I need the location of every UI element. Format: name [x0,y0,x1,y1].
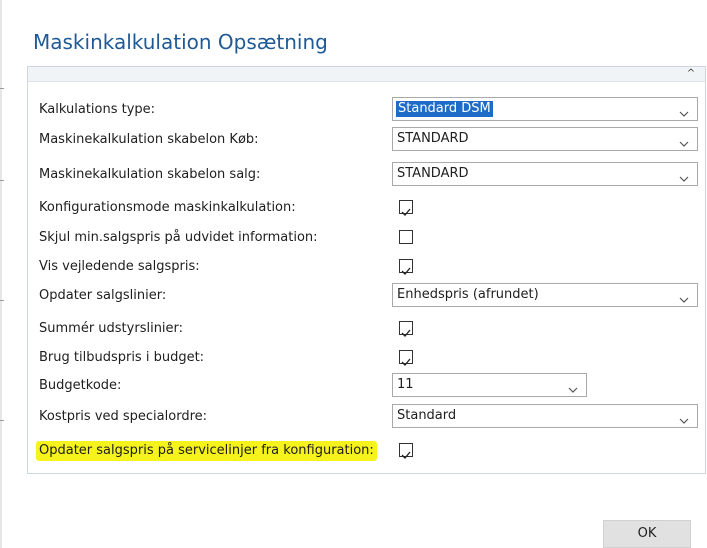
setting-dropdown[interactable]: STANDARD [392,162,698,186]
setting-checkbox[interactable] [399,350,413,366]
setting-checkbox[interactable] [399,200,413,216]
setting-row: Opdater salgslinier: Enhedspris (afrundet… [28,282,707,310]
setting-row: Maskinekalkulation skabelon Køb: STANDARD [28,126,707,154]
chevron-down-icon[interactable] [679,169,689,182]
edge-tick [0,88,4,89]
check-icon [401,352,411,366]
dropdown-value: Standard DSM [396,101,493,117]
edge-tick [0,180,4,181]
setting-label: Budgetkode: [39,378,122,393]
chevron-down-icon[interactable] [679,411,689,424]
setting-dropdown[interactable]: 11 [392,373,587,397]
settings-panel: ^ Kalkulations type: Standard DSM Maskinek… [27,66,706,474]
setting-row: Vis vejledende salgspris: [28,253,707,281]
dropdown-value: Enhedspris (afrundet) [397,287,539,302]
setting-checkbox[interactable] [399,321,413,337]
setting-label: Maskinekalkulation skabelon salg: [39,167,261,182]
chevron-down-icon[interactable] [679,104,689,117]
setting-row: Maskinekalkulation skabelon salg: STANDAR… [28,161,707,189]
setting-label: Konfigurationsmode maskinkalkulation: [39,200,296,215]
setting-row: Kostpris ved specialordre: Standard [28,403,707,431]
ok-button[interactable]: OK [603,520,691,548]
setting-label: Maskinekalkulation skabelon Køb: [39,132,259,147]
dialog-title: Maskinkalkulation Opsætning [33,30,328,54]
check-icon [401,323,411,337]
setting-checkbox[interactable] [399,230,413,244]
setting-label: Kostpris ved specialordre: [39,409,208,424]
setting-row: Summér udstyrslinier: [28,315,707,343]
setting-dropdown[interactable]: Enhedspris (afrundet) [392,283,698,307]
chevron-up-icon[interactable]: ^ [685,67,697,81]
chevron-down-icon[interactable] [568,380,578,393]
setting-dropdown[interactable]: STANDARD [392,127,698,151]
dropdown-value: STANDARD [397,131,469,146]
setting-label: Brug tilbudspris i budget: [39,350,205,365]
setting-row: Budgetkode: 11 [28,372,707,400]
setting-row: Opdater salgspris på servicelinjer fra k… [28,437,707,465]
setting-dropdown[interactable]: Standard [392,404,698,428]
check-icon [401,261,411,275]
setting-checkbox[interactable] [399,443,413,459]
setting-label: Vis vejledende salgspris: [39,259,200,274]
setting-label: Summér udstyrslinier: [39,321,184,336]
chevron-down-icon[interactable] [679,290,689,303]
dropdown-value: Standard [397,408,457,423]
setting-label: Skjul min.salgspris på udvidet informati… [39,230,318,245]
dropdown-value: 11 [397,377,414,392]
check-icon [401,445,411,459]
setting-row: Konfigurationsmode maskinkalkulation: [28,194,707,222]
window-left-edge [0,0,2,548]
edge-tick [0,300,4,301]
setting-label: Kalkulations type: [39,102,156,117]
setting-checkbox[interactable] [399,259,413,275]
setting-row: Skjul min.salgspris på udvidet informati… [28,224,707,252]
setting-row: Kalkulations type: Standard DSM [28,96,707,124]
check-icon [401,202,411,216]
setting-label: Opdater salgspris på servicelinjer fra k… [36,441,377,461]
chevron-down-icon[interactable] [679,134,689,147]
setting-row: Brug tilbudspris i budget: [28,344,707,372]
setting-label: Opdater salgslinier: [39,288,167,303]
edge-tick [0,420,4,421]
dropdown-value: STANDARD [397,166,469,181]
panel-header-bar: ^ [28,67,705,82]
setting-dropdown[interactable]: Standard DSM [392,97,698,121]
